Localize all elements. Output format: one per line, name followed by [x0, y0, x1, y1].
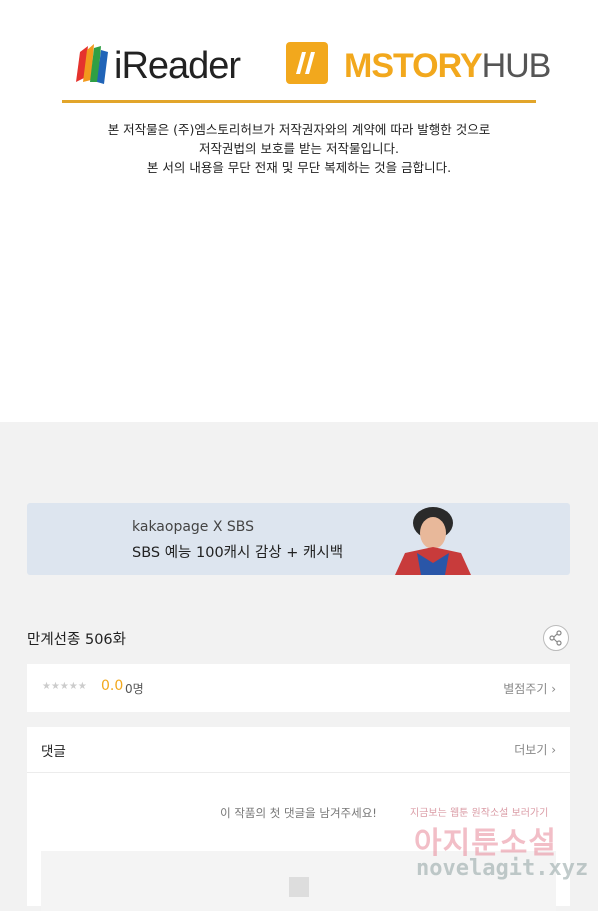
- share-button[interactable]: [543, 625, 569, 651]
- comment-header: 댓글 더보기 ›: [27, 727, 570, 773]
- header-divider: [62, 100, 536, 103]
- copyright-page: iReader MSTORYHUB 본 저작물은 (주)엠스토리허브가 저작권자…: [0, 0, 598, 422]
- notice-line: 본 서의 내용을 무단 전재 및 무단 복제하는 것을 금합니다.: [146, 160, 452, 175]
- rate-button[interactable]: 별점주기 ›: [503, 680, 556, 697]
- notice-line: 저작권법의 보호를 받는 저작물입니다.: [199, 141, 399, 156]
- share-icon: [549, 630, 562, 646]
- publisher-logos: iReader MSTORYHUB: [74, 38, 551, 90]
- rating-score: 0.0: [101, 678, 124, 694]
- ireader-logo-text: iReader: [114, 45, 241, 87]
- episode-title: 만계선종 506화: [27, 632, 126, 648]
- watermark: 지금보는 웹툰 원작소설 보러가기 아지툰소설 novelagit.xyz: [410, 800, 588, 890]
- comment-title: 댓글: [41, 744, 66, 760]
- rating-count: 0명: [125, 682, 144, 696]
- notice-line: 본 저작물은 (주)엠스토리허브가 저작권자와의 계약에 따라 발행한 것으로: [107, 122, 491, 137]
- watermark-line3: novelagit.xyz: [416, 856, 589, 881]
- mstory-hub-icon: [286, 42, 328, 84]
- banner-title: SBS 예능 100캐시 감상 + 캐시백: [132, 545, 344, 561]
- copyright-notice: 본 저작물은 (주)엠스토리허브가 저작권자와의 계약에 따라 발행한 것으로 …: [0, 120, 598, 177]
- watermark-line1: 지금보는 웹툰 원작소설 보러가기: [410, 808, 549, 819]
- banner-subtitle: kakaopage X SBS: [132, 519, 255, 535]
- rating-section: ★★★★★ 0.0 0명 별점주기 ›: [27, 664, 570, 712]
- ireader-book-icon: [76, 44, 108, 84]
- promo-banner[interactable]: kakaopage X SBS SBS 예능 100캐시 감상 + 캐시백: [27, 503, 570, 575]
- rating-stars: ★★★★★: [42, 681, 87, 692]
- banner-person-image: [395, 507, 471, 575]
- more-comments-link[interactable]: 더보기 ›: [514, 741, 556, 758]
- image-placeholder-icon: [289, 877, 309, 897]
- mstory-logo-text: MSTORYHUB: [344, 47, 551, 85]
